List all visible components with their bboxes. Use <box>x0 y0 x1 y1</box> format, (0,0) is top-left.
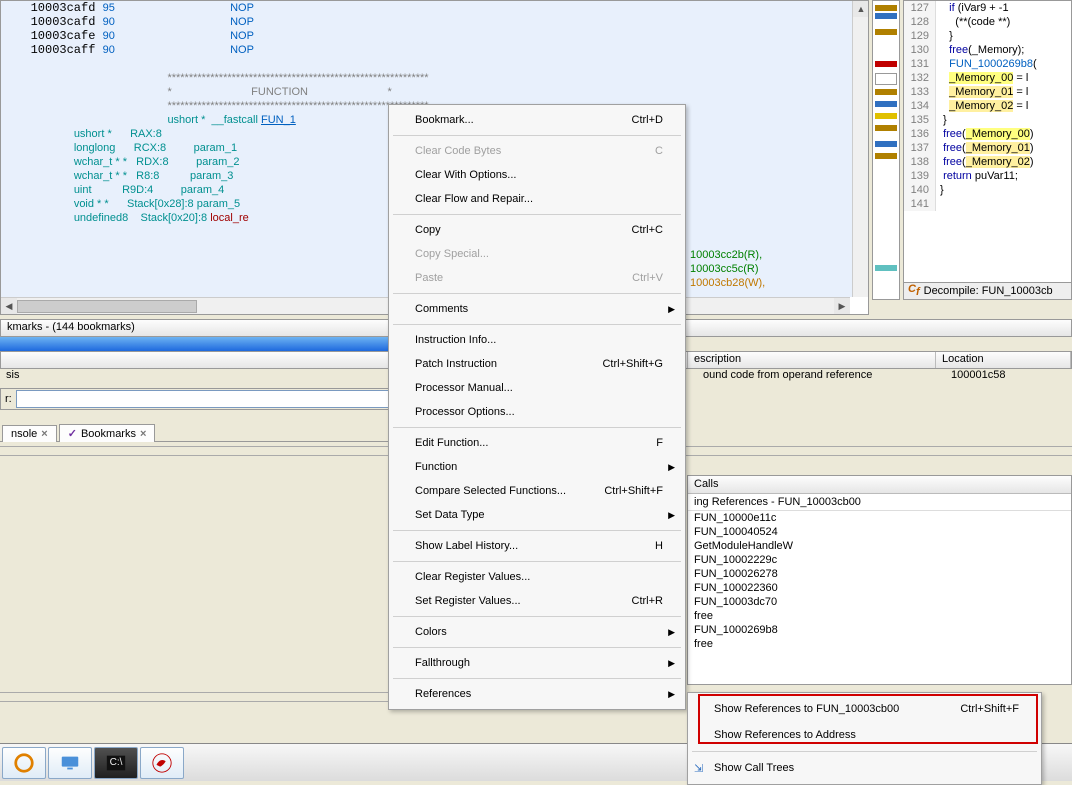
menu-set-data-type[interactable]: Set Data Type▶ <box>391 503 683 527</box>
list-item[interactable]: FUN_10000e11c <box>688 511 1071 525</box>
calls-subtitle: ing References - FUN_10003cb00 <box>688 494 1071 511</box>
list-item[interactable]: free <box>688 609 1071 623</box>
menu-clear-code-bytes: Clear Code BytesC <box>391 139 683 163</box>
checkmark-icon: ✓ <box>68 427 77 440</box>
chevron-right-icon: ▶ <box>668 658 675 669</box>
terminal-icon: C:\ <box>105 752 127 774</box>
menu-edit-function[interactable]: Edit Function...F <box>391 431 683 455</box>
list-item[interactable]: FUN_100022360 <box>688 581 1071 595</box>
chevron-right-icon: ▶ <box>668 689 675 700</box>
chevron-right-icon: ▶ <box>668 304 675 315</box>
menu-paste: PasteCtrl+V <box>391 266 683 290</box>
col-description[interactable]: escription <box>688 352 936 368</box>
overview-minimap[interactable] <box>872 0 900 300</box>
calls-list: FUN_10000e11cFUN_100040524GetModuleHandl… <box>688 511 1071 651</box>
decompile-panel[interactable]: 127 if (iVar9 + -1128 (**(code **)129 }1… <box>903 0 1072 300</box>
scrollbar-thumb[interactable] <box>17 300 197 313</box>
menu-clear-with-options[interactable]: Clear With Options... <box>391 163 683 187</box>
menu-copy-special: Copy Special... <box>391 242 683 266</box>
menu-clear-register-values[interactable]: Clear Register Values... <box>391 565 683 589</box>
decompile-title-text: Decompile: FUN_10003cb <box>924 285 1053 297</box>
tab-bookmarks[interactable]: ✓ Bookmarks × <box>59 424 156 442</box>
tab-bookmarks-label: Bookmarks <box>81 428 136 440</box>
menu-colors[interactable]: Colors▶ <box>391 620 683 644</box>
references-submenu: Show References to FUN_10003cb00Ctrl+Shi… <box>687 692 1042 785</box>
calls-panel: Calls ing References - FUN_10003cb00 FUN… <box>687 475 1072 685</box>
list-item[interactable]: FUN_10002229c <box>688 553 1071 567</box>
tab-console-label: nsole <box>11 428 37 440</box>
menu-show-references-to-fun[interactable]: Show References to FUN_10003cb00Ctrl+Shi… <box>690 696 1039 722</box>
close-icon[interactable]: × <box>140 428 146 440</box>
filter-label: r: <box>1 393 16 405</box>
scroll-left-icon[interactable]: ◀ <box>1 298 17 315</box>
menu-show-label-history[interactable]: Show Label History...H <box>391 534 683 558</box>
decompile-title-bar: Cf Decompile: FUN_10003cb <box>903 282 1072 300</box>
menu-patch-instruction[interactable]: Patch InstructionCtrl+Shift+G <box>391 352 683 376</box>
taskbar-button-app1[interactable] <box>2 747 46 779</box>
list-item[interactable]: FUN_10003dc70 <box>688 595 1071 609</box>
menu-comments[interactable]: Comments▶ <box>391 297 683 321</box>
list-item[interactable]: FUN_1000269b8 <box>688 623 1071 637</box>
decompile-icon: Cf <box>908 283 920 298</box>
chevron-right-icon: ▶ <box>668 462 675 473</box>
listing-vscrollbar[interactable]: ▲ <box>852 1 869 297</box>
context-menu: Bookmark...Ctrl+D Clear Code BytesC Clea… <box>388 104 686 710</box>
chevron-right-icon: ▶ <box>668 627 675 638</box>
list-item[interactable]: GetModuleHandleW <box>688 539 1071 553</box>
menu-bookmark[interactable]: Bookmark...Ctrl+D <box>391 108 683 132</box>
menu-processor-options[interactable]: Processor Options... <box>391 400 683 424</box>
taskbar-button-app2[interactable] <box>48 747 92 779</box>
svg-text:C:\: C:\ <box>110 756 123 767</box>
scroll-up-icon[interactable]: ▲ <box>853 1 869 17</box>
menu-instruction-info[interactable]: Instruction Info... <box>391 328 683 352</box>
menu-show-call-trees[interactable]: ⇲ Show Call Trees <box>690 755 1039 781</box>
dragon-icon <box>151 752 173 774</box>
menu-set-register-values[interactable]: Set Register Values...Ctrl+R <box>391 589 683 613</box>
menu-compare-functions[interactable]: Compare Selected Functions...Ctrl+Shift+… <box>391 479 683 503</box>
col-location[interactable]: Location <box>936 352 1071 368</box>
menu-copy[interactable]: CopyCtrl+C <box>391 218 683 242</box>
menu-function[interactable]: Function▶ <box>391 455 683 479</box>
close-icon[interactable]: × <box>41 428 47 440</box>
taskbar-button-terminal[interactable]: C:\ <box>94 747 138 779</box>
bookmarks-count-label: kmarks - (144 bookmarks) <box>7 321 135 333</box>
taskbar-button-ghidra[interactable] <box>140 747 184 779</box>
monitor-icon <box>59 752 81 774</box>
row-description: ound code from operand reference <box>697 369 945 385</box>
menu-fallthrough[interactable]: Fallthrough▶ <box>391 651 683 675</box>
list-item[interactable]: free <box>688 637 1071 651</box>
tab-console[interactable]: nsole × <box>2 425 57 442</box>
menu-processor-manual[interactable]: Processor Manual... <box>391 376 683 400</box>
orange-circle-icon <box>13 752 35 774</box>
scroll-right-icon[interactable]: ▶ <box>834 298 850 315</box>
menu-show-references-to-address[interactable]: Show References to Address <box>690 722 1039 748</box>
menu-clear-flow-repair[interactable]: Clear Flow and Repair... <box>391 187 683 211</box>
list-item[interactable]: FUN_100026278 <box>688 567 1071 581</box>
menu-references[interactable]: References▶ <box>391 682 683 706</box>
calls-header: Calls <box>688 476 1071 494</box>
list-item[interactable]: FUN_100040524 <box>688 525 1071 539</box>
xref-block: 10003cc2b(R), 10003cc5c(R) 10003cb28(W), <box>690 248 765 290</box>
row-location: 100001c58 <box>945 369 1011 385</box>
tree-icon: ⇲ <box>694 762 703 775</box>
chevron-right-icon: ▶ <box>668 510 675 521</box>
